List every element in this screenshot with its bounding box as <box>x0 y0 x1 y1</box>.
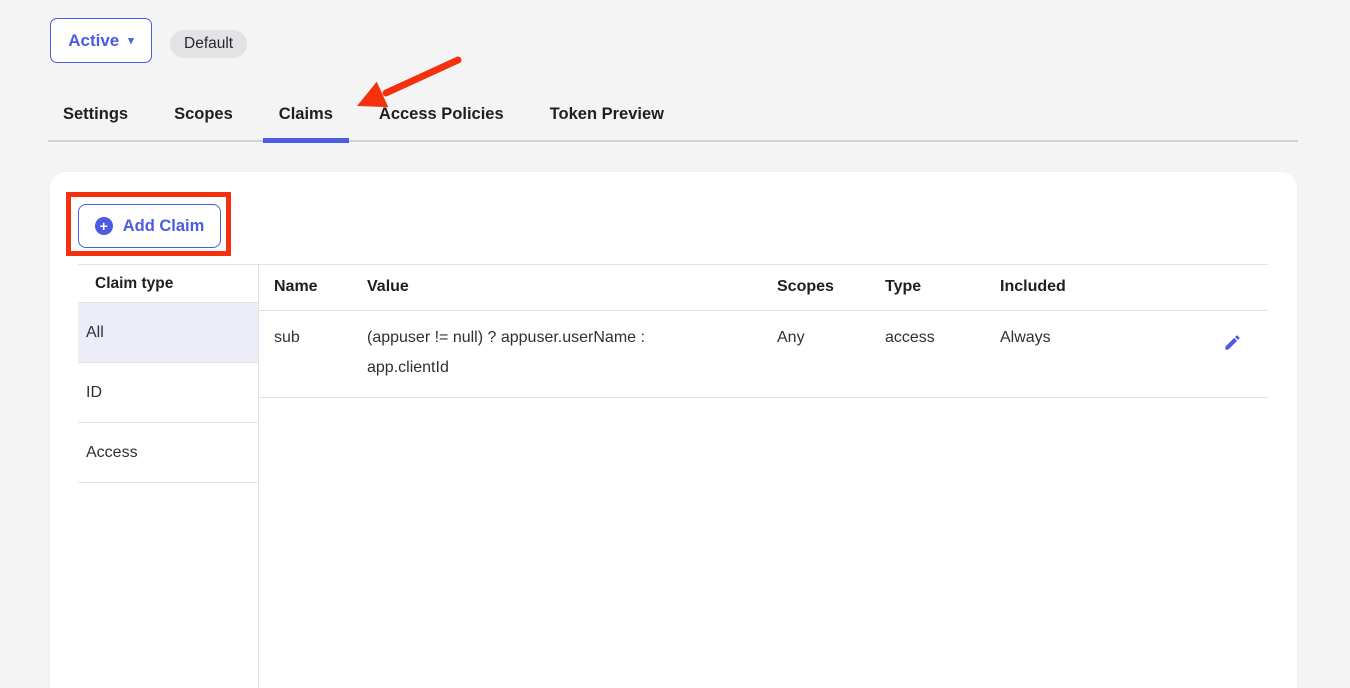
tab-claims[interactable]: Claims <box>279 100 333 140</box>
claim-included-cell: Always <box>985 311 1155 397</box>
authorization-server-claims-page: Active ▾ Default Settings Scopes Claims … <box>0 0 1350 688</box>
status-dropdown-label: Active <box>68 31 119 51</box>
column-header-value: Value <box>352 264 762 310</box>
sidebar-item-id[interactable]: ID <box>78 363 258 423</box>
tab-settings[interactable]: Settings <box>63 100 128 140</box>
claim-type-sidebar: Claim type All ID Access <box>78 265 258 483</box>
claim-value-text: (appuser != null) ? appuser.userName : a… <box>367 323 697 383</box>
column-header-name: Name <box>259 264 352 310</box>
edit-claim-button[interactable] <box>1222 332 1242 352</box>
claim-value-cell: (appuser != null) ? appuser.userName : a… <box>352 311 762 397</box>
tab-token-preview[interactable]: Token Preview <box>550 100 664 140</box>
claim-actions-cell <box>1155 311 1268 397</box>
claim-name-cell: sub <box>259 311 352 397</box>
plus-circle-icon: + <box>95 217 113 235</box>
claims-panel: + Add Claim Claim type All ID Access Nam… <box>50 172 1297 688</box>
caret-down-icon: ▾ <box>128 36 134 47</box>
tab-bar: Settings Scopes Claims Access Policies T… <box>48 100 1298 142</box>
sidebar-item-access[interactable]: Access <box>78 423 258 483</box>
add-claim-button[interactable]: + Add Claim <box>78 204 221 248</box>
column-header-included: Included <box>985 264 1155 310</box>
sidebar-item-all[interactable]: All <box>78 303 258 363</box>
claim-type-cell: access <box>870 311 985 397</box>
table-row: sub (appuser != null) ? appuser.userName… <box>259 311 1268 398</box>
claim-type-header: Claim type <box>78 265 258 303</box>
add-claim-label: Add Claim <box>123 217 205 236</box>
claims-table: Name Value Scopes Type Included sub (app… <box>259 264 1268 398</box>
tab-scopes[interactable]: Scopes <box>174 100 233 140</box>
status-dropdown[interactable]: Active ▾ <box>50 18 152 63</box>
default-badge: Default <box>170 30 247 58</box>
edit-pencil-icon <box>1223 333 1242 352</box>
column-header-scopes: Scopes <box>762 264 870 310</box>
column-header-actions <box>1155 264 1268 310</box>
column-header-type: Type <box>870 264 985 310</box>
claims-table-header: Name Value Scopes Type Included <box>259 264 1268 311</box>
claim-scopes-cell: Any <box>762 311 870 397</box>
tab-access-policies[interactable]: Access Policies <box>379 100 504 140</box>
